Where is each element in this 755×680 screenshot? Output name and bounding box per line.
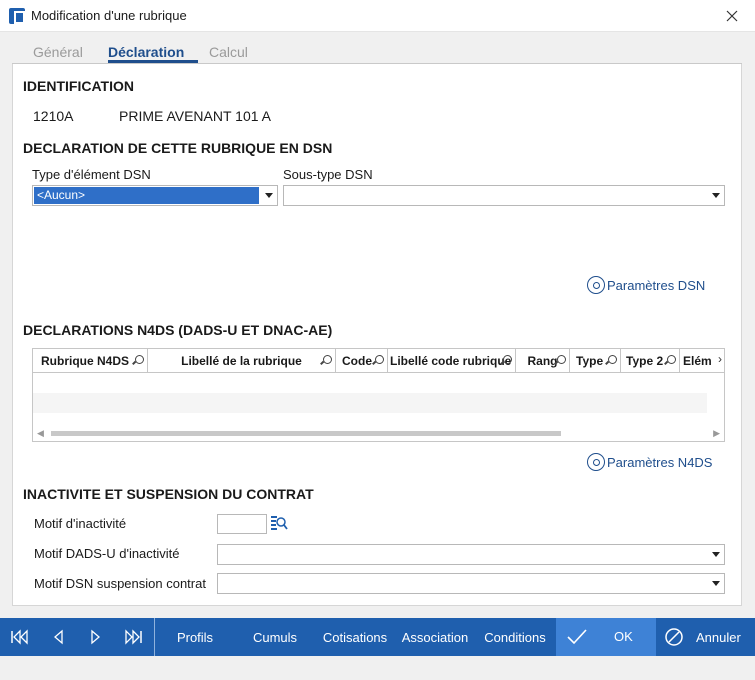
close-icon [726, 10, 738, 22]
dsn-type-label: Type d'élément DSN [32, 167, 151, 182]
toolbar-divider [154, 618, 155, 656]
next-record-button[interactable] [78, 618, 114, 656]
rubrique-code: 1210A [33, 108, 74, 124]
table-header: Rubrique N4DS Libellé de la rubrique Cod… [33, 349, 724, 373]
n4ds-table[interactable]: Rubrique N4DS Libellé de la rubrique Cod… [32, 348, 725, 442]
motif-dadsu-label: Motif DADS-U d'inactivité [34, 546, 180, 561]
active-tab-indicator [108, 60, 198, 63]
app-icon [9, 8, 26, 24]
ok-label: OK [614, 629, 633, 644]
parametres-n4ds-button[interactable]: Paramètres N4DS [587, 453, 712, 471]
cancel-icon [665, 628, 683, 646]
association-button[interactable]: Association [398, 618, 472, 656]
column-header-rubrique-n4ds[interactable]: Rubrique N4DS [33, 349, 148, 373]
previous-record-button[interactable] [40, 618, 76, 656]
scrollbar-thumb[interactable] [51, 431, 561, 436]
column-header-type2[interactable]: Type 2 [621, 349, 680, 373]
tab-calcul[interactable]: Calcul [209, 44, 248, 60]
ok-button[interactable]: OK [556, 618, 656, 656]
tab-bar: Général Déclaration Calcul [12, 38, 742, 64]
skip-first-icon [11, 629, 28, 645]
search-icon[interactable] [135, 355, 144, 364]
dsn-type-select[interactable]: <Aucun> [32, 185, 278, 206]
horizontal-scrollbar[interactable]: ◀ ▶ [33, 425, 724, 441]
rubrique-label: PRIME AVENANT 101 A [119, 108, 271, 124]
close-button[interactable] [709, 0, 755, 32]
profils-button[interactable]: Profils [168, 618, 222, 656]
settings-circle-icon [587, 276, 605, 294]
parametres-n4ds-label: Paramètres N4DS [607, 454, 713, 470]
search-icon[interactable] [503, 355, 512, 364]
first-record-button[interactable] [2, 618, 38, 656]
dsn-subtype-label: Sous-type DSN [283, 167, 373, 182]
column-header-code[interactable]: Code [336, 349, 388, 373]
n4ds-section-title: DECLARATIONS N4DS (DADS-U ET DNAC-AE) [23, 322, 333, 338]
search-icon[interactable] [375, 355, 384, 364]
column-header-type[interactable]: Type [570, 349, 621, 373]
search-icon[interactable] [557, 355, 566, 364]
motif-inactivite-label: Motif d'inactivité [34, 516, 127, 531]
cumuls-button[interactable]: Cumuls [246, 618, 304, 656]
previous-icon [54, 629, 63, 645]
parametres-dsn-button[interactable]: Paramètres DSN [587, 276, 705, 294]
motif-dsn-suspension-select[interactable] [217, 573, 725, 594]
checkmark-icon [567, 629, 587, 645]
chevron-right-icon[interactable]: › [718, 352, 722, 366]
table-row[interactable] [33, 393, 707, 413]
search-icon[interactable] [667, 355, 676, 364]
scroll-left-icon[interactable]: ◀ [37, 428, 44, 439]
footer-toolbar: Profils Cumuls Cotisations Association C… [0, 618, 755, 656]
chevron-down-icon [265, 193, 273, 198]
motif-dadsu-select[interactable] [217, 544, 725, 565]
conditions-button[interactable]: Conditions [480, 618, 550, 656]
column-header-rang[interactable]: Rang [516, 349, 570, 373]
motif-inactivite-input[interactable] [217, 514, 267, 534]
lookup-search-icon[interactable] [270, 515, 288, 531]
dsn-subtype-select[interactable] [283, 185, 725, 206]
column-header-libelle[interactable]: Libellé de la rubrique [148, 349, 336, 373]
last-record-button[interactable] [115, 618, 151, 656]
dsn-section-title: DECLARATION DE CETTE RUBRIQUE EN DSN [23, 140, 333, 156]
search-icon[interactable] [608, 355, 617, 364]
parametres-dsn-label: Paramètres DSN [607, 277, 706, 293]
title-bar: Modification d'une rubrique [0, 0, 755, 32]
annuler-button[interactable]: Annuler [664, 618, 748, 656]
inactivity-section-title: INACTIVITE ET SUSPENSION DU CONTRAT [23, 486, 314, 502]
column-header-libelle-code[interactable]: Libellé code rubrique [388, 349, 516, 373]
motif-dsn-suspension-label: Motif DSN suspension contrat [34, 576, 206, 591]
scroll-right-icon[interactable]: ▶ [713, 428, 720, 439]
window-title: Modification d'une rubrique [31, 8, 187, 23]
tab-declaration[interactable]: Déclaration [108, 44, 184, 60]
status-strip [0, 656, 755, 680]
cotisations-button[interactable]: Cotisations [318, 618, 392, 656]
identification-title: IDENTIFICATION [23, 78, 134, 94]
search-icon[interactable] [323, 355, 332, 364]
chevron-down-icon [712, 193, 720, 198]
dsn-type-value: <Aucun> [34, 187, 259, 204]
settings-circle-icon [587, 453, 605, 471]
skip-last-icon [125, 629, 142, 645]
tab-general[interactable]: Général [33, 44, 83, 60]
declaration-panel: IDENTIFICATION 1210A PRIME AVENANT 101 A… [12, 64, 742, 606]
chevron-down-icon [712, 581, 720, 586]
next-icon [91, 629, 100, 645]
chevron-down-icon [712, 552, 720, 557]
